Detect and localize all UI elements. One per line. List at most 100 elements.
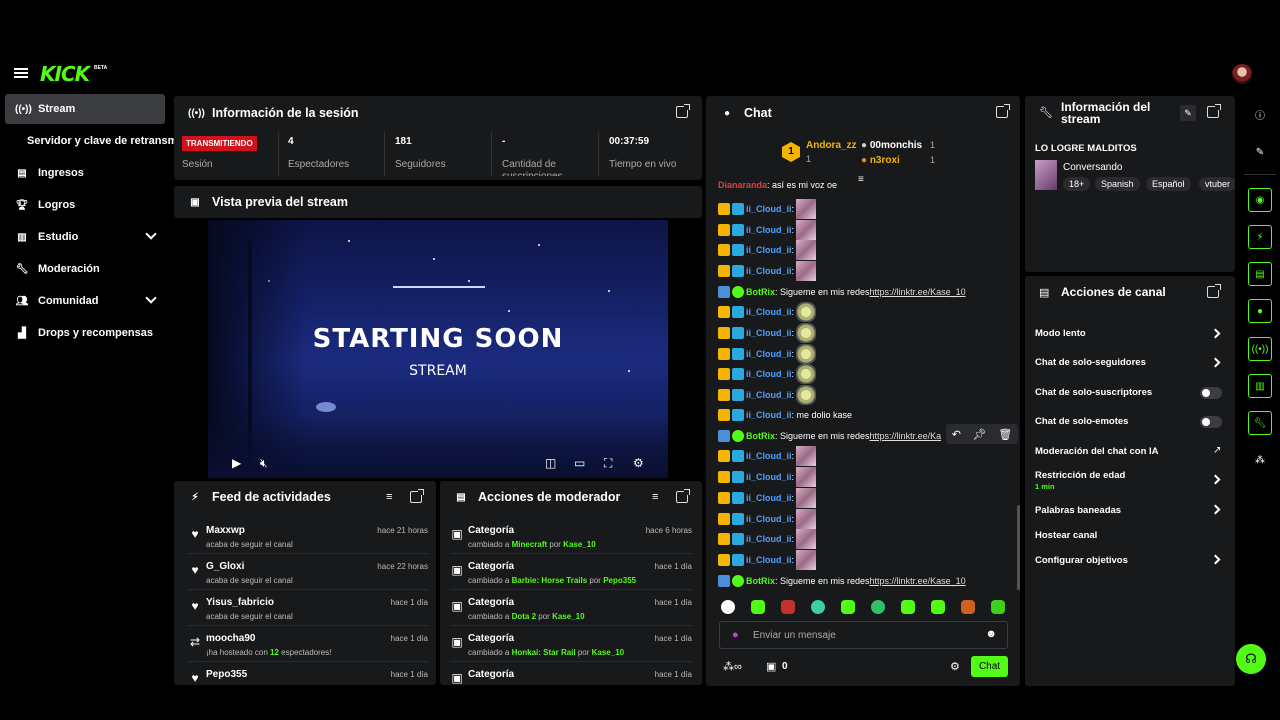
info-icon[interactable]: ⓘ [1248, 102, 1272, 126]
feed-item[interactable]: ♥ Yisus_fabricio acaba de seguir el cana… [188, 591, 428, 626]
sidebar-item-server-key[interactable]: Servidor y clave de retransmisión [5, 126, 177, 156]
mod-action-item[interactable]: ▣ Categoría cambiado a Barbie: Horse Tra… [450, 555, 692, 590]
chat-link[interactable]: https://linktr.ee/Kase_10 [870, 576, 966, 586]
ai-moderation-item[interactable]: Moderación del chat con IA [1035, 446, 1159, 457]
mod-action-item[interactable]: ▣ Categoría cambiado a Honkai: Star Rail… [450, 627, 692, 662]
sidebar-item-moderacion[interactable]: 🔧︎ Moderación [5, 254, 165, 284]
gift-icon[interactable]: ▣ [766, 660, 776, 673]
feed-item[interactable]: ♥ Pepo355 hace 1 día [188, 663, 428, 685]
feed-item[interactable]: ♥ G_Gloxi acaba de seguir el canal hace … [188, 555, 428, 590]
popout-icon[interactable] [1207, 104, 1221, 118]
tag[interactable]: Spanish [1095, 177, 1140, 191]
avatar[interactable] [1232, 64, 1252, 84]
leader-name[interactable]: ● 00monchis [861, 140, 922, 151]
chat-scrollbar[interactable] [1017, 505, 1020, 590]
chat-message[interactable]: ii_Cloud_ii: [718, 302, 817, 322]
emote-quick[interactable] [781, 600, 795, 614]
edit-icon[interactable]: ✎ [1180, 105, 1196, 121]
emote-quick[interactable] [721, 600, 735, 614]
chat-message[interactable]: BotRix: Sigueme en mis redes https://lin… [718, 282, 966, 302]
emote-quick[interactable] [961, 600, 975, 614]
sidebar-item-estudio[interactable]: ▥ Estudio [5, 222, 165, 252]
emote-quick[interactable] [841, 600, 855, 614]
followers-only-item[interactable]: Chat de solo-seguidores [1035, 357, 1146, 368]
mod-action-item[interactable]: ▣ Categoría cambiado a Dota 2 por Kase_1… [450, 591, 692, 626]
chat-link[interactable]: https://linktr.ee/Ka [870, 431, 942, 441]
edit-icon[interactable]: ✎ [1248, 140, 1272, 164]
sidebar-item-logros[interactable]: 🏆︎ Logros [5, 190, 165, 220]
set-goals-item[interactable]: Configurar objetivos [1035, 555, 1128, 566]
fullscreen-icon[interactable]: ⛶ [604, 456, 612, 471]
points-icon[interactable]: ⁂∞ [723, 660, 742, 673]
pin-icon[interactable]: 📌︎ [973, 428, 987, 441]
chat-settings-icon[interactable]: ⚙ [950, 660, 960, 673]
emote-quick[interactable] [871, 600, 885, 614]
chat-input[interactable]: ● Enviar un mensaje ☻ [719, 621, 1008, 649]
clipboard-icon[interactable]: ▤ [1248, 262, 1272, 286]
play-icon[interactable]: ▶ [232, 456, 241, 470]
popout-icon[interactable] [1207, 284, 1221, 298]
chat-message[interactable]: ii_Cloud_ii: [718, 446, 817, 466]
filter-icon[interactable]: ≡ [652, 491, 658, 503]
emotes-only-toggle[interactable] [1200, 416, 1222, 428]
chat-message[interactable]: ii_Cloud_ii: [718, 220, 817, 240]
sidebar-item-ingresos[interactable]: ▤ Ingresos [5, 158, 165, 188]
clip-icon[interactable]: ◉ [1248, 188, 1272, 212]
popout-icon[interactable] [676, 489, 690, 503]
chat-message[interactable]: ii_Cloud_ii: [718, 364, 817, 384]
emote-quick[interactable] [901, 600, 915, 614]
layout-icon[interactable]: ▥ [1248, 374, 1272, 398]
leader-name[interactable]: Andora_zz [806, 140, 857, 151]
tag[interactable]: Español [1146, 177, 1191, 191]
chat-message[interactable]: ii_Cloud_ii: [718, 323, 817, 343]
chat-message[interactable]: ii_Cloud_ii: [718, 261, 817, 281]
chat-bubble-icon[interactable]: ● [1248, 299, 1272, 323]
emote-quick[interactable] [931, 600, 945, 614]
mod-action-item[interactable]: ▣ Categoría hace 1 día [450, 663, 692, 685]
sidebar-item-drops[interactable]: ▟ Drops y recompensas [5, 318, 165, 348]
host-channel-item[interactable]: Hostear canal [1035, 530, 1097, 541]
send-chat-button[interactable]: Chat [971, 656, 1008, 677]
popout-icon[interactable] [676, 104, 690, 118]
theater-icon[interactable]: ▭ [574, 456, 585, 470]
kick-logo[interactable]: KICK [40, 62, 90, 86]
chat-message[interactable]: BotRix: Sigueme en mis redes https://lin… [718, 571, 966, 591]
popout-icon[interactable] [996, 104, 1010, 118]
stream-preview-video[interactable]: STARTING SOON STREAM [208, 220, 668, 478]
chat-message[interactable]: BotRix: Sigueme en mis redes https://lin… [718, 426, 944, 446]
chat-message[interactable]: ii_Cloud_ii: [718, 385, 817, 405]
age-restriction-item[interactable]: Restricción de edad [1035, 470, 1125, 481]
chat-message[interactable]: ii_Cloud_ii: [718, 488, 817, 508]
menu-icon[interactable] [14, 66, 28, 80]
chat-message[interactable]: Dianaranda: así es mi voz oe [718, 178, 837, 192]
sidebar-item-stream[interactable]: ((•)) Stream [5, 94, 165, 124]
settings-icon[interactable]: ⚙ [633, 456, 644, 470]
slow-mode-item[interactable]: Modo lento [1035, 328, 1086, 339]
chat-link[interactable]: https://linktr.ee/Kase_10 [870, 287, 966, 297]
emote-quick[interactable] [991, 600, 1005, 614]
leader-name[interactable]: ● n3roxi [861, 155, 900, 166]
tag[interactable]: vtuber [1199, 177, 1235, 191]
feed-item[interactable]: ♥ Maxxwp acaba de seguir el canal hace 2… [188, 519, 428, 554]
category-name[interactable]: Conversando [1063, 162, 1122, 173]
wrench-icon[interactable]: 🔧︎ [1248, 411, 1272, 435]
delete-icon[interactable]: 🗑︎ [998, 428, 1012, 441]
chat-message[interactable]: ii_Cloud_ii: [718, 509, 817, 529]
mute-icon[interactable]: 🔇︎ [260, 456, 268, 471]
tag[interactable]: 18+ [1063, 177, 1091, 191]
emote-quick[interactable] [751, 600, 765, 614]
collapse-leaderboard-icon[interactable]: ≡ [858, 174, 864, 185]
category-thumbnail[interactable] [1035, 160, 1057, 190]
points-icon[interactable]: ⁂ [1248, 448, 1272, 472]
emote-quick[interactable] [811, 600, 825, 614]
emoji-icon[interactable]: ☻ [985, 628, 997, 640]
reply-icon[interactable]: ↶ [952, 428, 961, 441]
feed-item[interactable]: ⇄ moocha90 ¡ha hosteado con 12 espectado… [188, 627, 428, 662]
subscribers-only-toggle[interactable] [1200, 387, 1222, 399]
mod-action-item[interactable]: ▣ Categoría cambiado a Minecraft por Kas… [450, 519, 692, 554]
bolt-icon[interactable]: ⚡︎ [1248, 225, 1272, 249]
chat-message[interactable]: ii_Cloud_ii: me dolio kase [718, 405, 852, 425]
pip-icon[interactable]: ◫ [545, 456, 556, 470]
chat-message[interactable]: ii_Cloud_ii: [718, 467, 817, 487]
broadcast-icon[interactable]: ((•)) [1248, 337, 1272, 361]
